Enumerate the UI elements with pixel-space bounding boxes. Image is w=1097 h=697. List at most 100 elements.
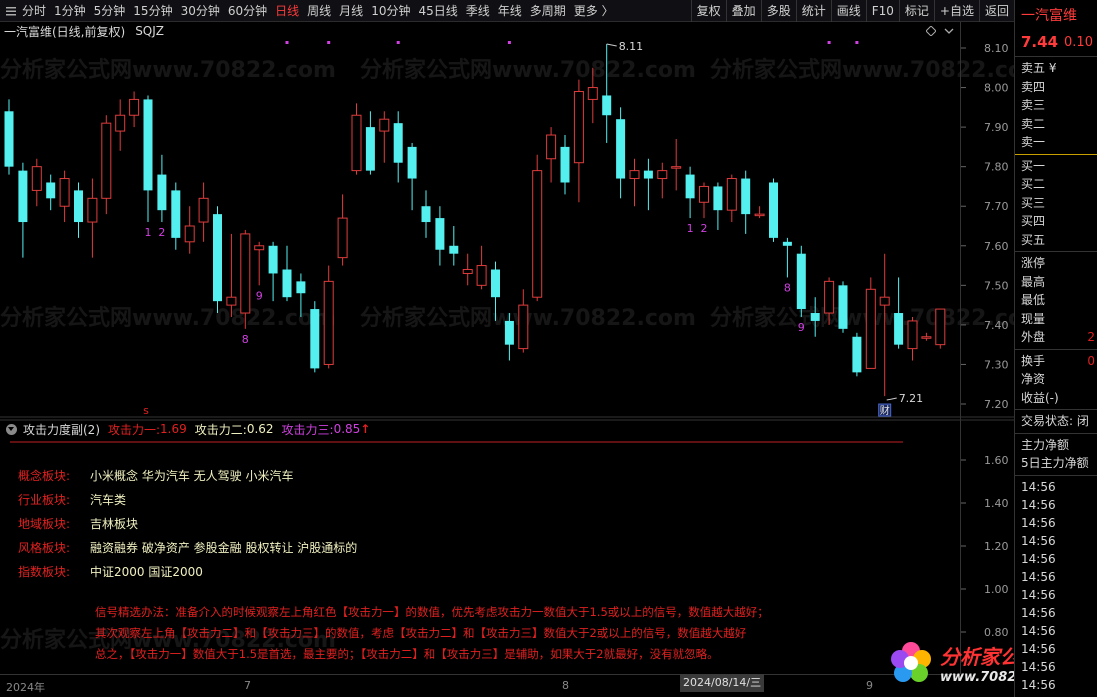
tool-button[interactable]: 标记 [898,0,934,22]
buy-level: 买五 [1015,231,1097,250]
candle-body [226,296,237,306]
stat-row-value: 2 [1087,330,1095,344]
sell-level: 卖一 [1015,133,1097,152]
axis-divider [960,22,961,674]
candle-body [629,170,640,180]
tool-button[interactable]: 返回 [978,0,1014,22]
period-tab[interactable]: 10分钟 [367,0,414,22]
candle-body [518,304,529,350]
stat-row-label: 现量 [1021,311,1046,326]
sell-level-label: 卖五 ¥ [1021,61,1057,75]
sell-level-label: 卖四 [1021,79,1046,94]
signal-dot [507,41,511,44]
attack1-label: 攻击力一: [108,422,161,437]
period-tab[interactable]: 1分钟 [50,0,90,22]
period-tab[interactable]: 45日线 [414,0,461,22]
period-tab[interactable]: 15分钟 [129,0,176,22]
sell-marker: s [143,404,149,417]
sector-value: 中证2000 国证2000 [90,564,203,579]
sub-tick-label: 0.80 [984,626,1009,639]
period-tab[interactable]: 年线 [494,0,526,22]
signal-dot [327,41,331,44]
sub-tick-label: 1.40 [984,497,1009,510]
sector-row: 概念板块: 小米概念 华为汽车 无人驾驶 小米汽车 [18,463,357,487]
up-arrow-icon: ↑ [360,422,371,436]
period-toolbar: 分时 1分钟 5分钟 15分钟 30分钟 60分钟 日线 周线 月线 10分钟 45日线 季线 年线 多周… [0,0,1014,22]
period-tab[interactable]: 5分钟 [90,0,130,22]
candle-body [296,281,306,294]
stat-row-label: 收益(-) [1021,390,1059,405]
sell-level-label: 卖二 [1021,116,1046,131]
candle-body [254,245,265,251]
sector-key: 概念板块: [18,468,71,483]
candle-body [546,134,557,160]
tool-button[interactable]: 多股 [760,0,796,22]
candle-body [796,253,806,310]
candle-body [4,111,14,167]
signal-label: 9 [798,321,805,334]
tool-button[interactable]: F10 [865,0,899,22]
buy-level-label: 买四 [1021,214,1046,228]
attack3-label: 攻击力三: [281,422,334,437]
tick-time: 14:56 [1021,569,1056,584]
stock-name: 一汽富维 [1021,8,1077,24]
sector-key: 地域板块: [18,516,71,531]
candle-body [685,174,695,199]
period-tab[interactable]: 更多 〉 [570,0,618,22]
period-tab[interactable]: 分时 [18,0,50,22]
period-tab[interactable]: 日线 [271,0,303,22]
signal-label: 2 [158,226,165,239]
tick-time: 14:56 [1021,497,1056,512]
trade-status[interactable]: 交易状态: 闭 [1015,412,1097,431]
candle-body [115,114,126,132]
tool-button[interactable]: 复权 [690,0,726,22]
price-tick-label: 7.40 [984,319,1009,332]
period-tab[interactable]: 30分钟 [177,0,224,22]
candle-body [587,87,598,100]
candle-body [602,95,612,116]
buy-level: 买二 [1015,175,1097,194]
sub-tick-label: 1.00 [984,583,1009,596]
period-tab[interactable]: 60分钟 [224,0,271,22]
stat-row-label: 最低 [1021,293,1046,307]
signal-label: 8 [784,281,791,294]
signal-dot [855,41,859,44]
menu-icon[interactable] [4,4,18,18]
sector-row: 地域板块: 吉林板块 [18,511,357,535]
sub-tick-label: 1.20 [984,540,1009,553]
sector-row: 风格板块: 融资融券 破净资产 参股金融 股权转让 沪股通标的 [18,535,357,559]
sector-key: 风格板块: [18,540,71,555]
candle-body [810,313,820,321]
period-tab[interactable]: 多周期 [526,0,570,22]
candle-body [393,123,403,163]
period-tab[interactable]: 周线 [303,0,335,22]
candle-body [143,99,153,191]
main-net-flow[interactable]: 主力净额 [1015,436,1097,455]
candle-body [87,197,98,223]
tool-button[interactable]: 统计 [795,0,831,22]
candle-body [476,265,487,286]
signal-label: 9 [256,289,263,302]
tick-time: 14:56 [1021,623,1056,638]
buy-level-label: 买一 [1021,158,1046,173]
tick-time: 14:56 [1021,587,1056,602]
period-tab[interactable]: 月线 [335,0,367,22]
buy-level-label: 买五 [1021,232,1046,247]
period-tab[interactable]: 季线 [462,0,494,22]
candle-body [310,309,320,369]
signal-label: 2 [701,222,708,235]
tool-button[interactable]: +自选 [933,0,979,22]
tool-button[interactable]: 叠加 [725,0,761,22]
sub-indicator-name: 攻击力度副(2) [23,422,100,437]
quote-stats-2: 换手 0 净资 收益(-) [1015,352,1097,408]
signal-dot [827,41,831,44]
sector-key: 指数板块: [18,564,71,579]
note-line: 信号精选办法：准备介入的时候观察左上角红色【攻击力一】的数值，优先考虑攻击力一数… [95,605,769,619]
tool-button[interactable]: 画线 [830,0,866,22]
main-net-flow-5d[interactable]: 5日主力净额 [1015,454,1097,473]
stat-row: 换手 0 [1015,352,1097,371]
date-axis: 2024年 7 8 9 [0,674,960,697]
candle-body [351,114,362,172]
collapse-icon[interactable] [6,423,17,435]
candle-body [435,218,445,250]
